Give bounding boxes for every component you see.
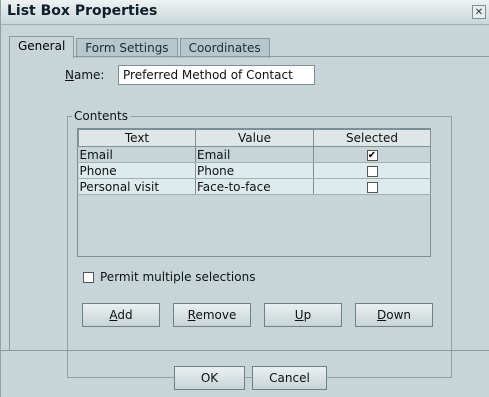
contents-group-label: Contents [72,109,130,123]
up-mnemonic: U [294,308,304,322]
row-value-cell[interactable]: Face-to-face [195,178,314,195]
footer-separator [1,350,489,351]
selected-checkbox[interactable] [366,181,378,193]
down-mnemonic: D [376,308,387,322]
contents-group: Contents Text Value Selected Email Email… [67,109,452,378]
contents-button-row: Add Remove Up Down [82,303,446,327]
row-text-cell[interactable]: Email [78,146,196,163]
tab-coordinates[interactable]: Coordinates [179,38,270,58]
row-text-cell[interactable]: Personal visit [78,178,196,195]
add-label: dd [117,308,133,322]
name-label-mnemonic: N [65,68,74,82]
row-value-cell[interactable]: Email [195,146,314,163]
table-row[interactable]: Email Email ✔ [78,146,431,163]
general-tab-panel: Name: Contents Text Value Selected [9,56,489,378]
permit-multiple-checkbox[interactable] [83,271,94,283]
column-header-text[interactable]: Text [78,129,196,147]
list-box-properties-dialog: List Box Properties ✕ General Form Setti… [0,0,489,397]
column-header-value[interactable]: Value [195,129,314,147]
name-input[interactable] [118,65,315,85]
tab-strip: General Form Settings Coordinates [9,36,272,58]
down-label: own [386,308,411,322]
permit-multiple-row[interactable]: Permit multiple selections [83,270,255,284]
remove-label: emove [195,308,237,322]
down-button[interactable]: Down [355,303,433,327]
tab-general[interactable]: General [9,36,75,58]
ok-button[interactable]: OK [174,366,245,390]
remove-button[interactable]: Remove [173,303,251,327]
tab-form-settings[interactable]: Form Settings [76,38,178,58]
footer-button-row: OK Cancel [174,366,334,390]
add-button[interactable]: Add [82,303,160,327]
column-header-selected[interactable]: Selected [313,129,431,147]
up-button[interactable]: Up [264,303,342,327]
name-label: Name: [65,68,118,82]
row-selected-cell [313,162,431,179]
table-header-row: Text Value Selected [78,129,431,147]
row-selected-cell [313,178,431,195]
row-selected-cell: ✔ [313,146,431,163]
name-label-text: ame: [73,68,105,82]
contents-table[interactable]: Text Value Selected Email Email ✔ Phone [77,128,431,257]
table-row[interactable]: Personal visit Face-to-face [78,178,431,195]
selected-checkbox[interactable]: ✔ [366,149,378,161]
permit-multiple-label: Permit multiple selections [100,270,256,284]
window-title: List Box Properties [7,3,158,19]
close-icon[interactable]: ✕ [472,5,486,19]
up-label: p [303,308,312,322]
name-row: Name: [65,65,315,85]
selected-checkbox[interactable] [366,165,378,177]
table-row[interactable]: Phone Phone [78,162,431,179]
title-bar[interactable]: List Box Properties ✕ [1,0,489,25]
cancel-button[interactable]: Cancel [252,366,327,390]
row-text-cell[interactable]: Phone [78,162,196,179]
row-value-cell[interactable]: Phone [195,162,314,179]
